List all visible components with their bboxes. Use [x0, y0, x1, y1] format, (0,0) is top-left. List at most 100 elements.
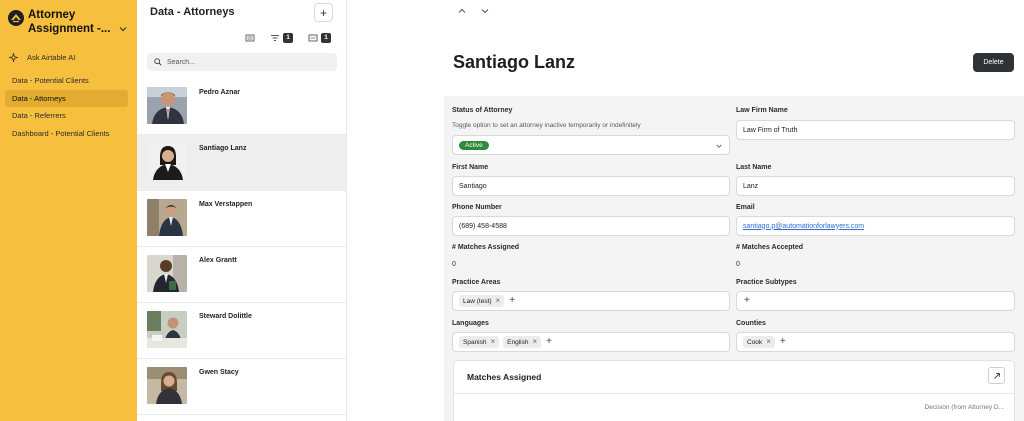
phone-value: (689) 458-4588 [459, 222, 507, 230]
avatar [147, 367, 187, 404]
matches-assigned-label: # Matches Assigned [452, 244, 520, 251]
sidebar-item-referrers[interactable]: Data - Referrers [5, 107, 128, 124]
ask-ai-button[interactable]: Ask Airtable AI [9, 51, 75, 63]
email-label: Email [736, 204, 755, 211]
phone-field[interactable]: (689) 458-4588 [452, 216, 730, 236]
sidebar-nav: Data - Potential Clients Data - Attorney… [5, 72, 128, 142]
email-link[interactable]: santiago.p@automationforlawyers.com [743, 223, 864, 230]
record-name: Max Verstappen [199, 201, 253, 208]
record-name: Steward Dolittle [199, 313, 252, 320]
expand-icon [993, 372, 1000, 379]
avatar [147, 199, 187, 236]
plus-icon[interactable]: + [509, 296, 515, 306]
search-bar[interactable] [147, 53, 337, 71]
chip: Law (test) × [459, 295, 505, 307]
status-badge: Active [459, 140, 489, 150]
counties-field[interactable]: Cook × + [736, 332, 1015, 352]
group-count-badge: 1 [321, 33, 331, 43]
sidebar-item-dashboard[interactable]: Dashboard - Potential Clients [5, 125, 128, 142]
first-name-value: Santiago [459, 182, 487, 190]
record-list: Pedro Aznar Santiago Lanz Max Verstappen… [137, 79, 347, 415]
list-item[interactable]: Alex Grantt [137, 247, 347, 303]
record-name: Gwen Stacy [199, 369, 239, 376]
matches-assigned-value: 0 [452, 261, 456, 268]
last-name-value: Lanz [743, 182, 759, 190]
chevron-down-icon[interactable] [118, 24, 128, 34]
sidebar: Attorney Assignment -... Ask Airtable AI… [0, 0, 137, 421]
record-name: Pedro Aznar [199, 89, 240, 96]
filter-icon [271, 35, 279, 41]
list-item[interactable]: Gwen Stacy [137, 359, 347, 415]
phone-label: Phone Number [452, 204, 502, 211]
search-input[interactable] [167, 58, 327, 66]
law-firm-value: Law Firm of Truth [743, 126, 798, 134]
status-label: Status of Attorney [452, 107, 513, 114]
chip: English × [503, 336, 542, 348]
practice-areas-label: Practice Areas [452, 279, 501, 286]
languages-field[interactable]: Spanish × English × + [452, 332, 730, 352]
list-item[interactable]: Pedro Aznar [137, 79, 347, 135]
record-detail: Santiago Lanz Delete Status of Attorney … [347, 0, 1024, 421]
remove-x-icon[interactable]: × [491, 337, 496, 347]
sidebar-item-attorneys[interactable]: Data - Attorneys [5, 89, 128, 107]
list-item[interactable]: Max Verstappen [137, 191, 347, 247]
matches-assigned-card: Matches Assigned Decision (from Attorney… [453, 360, 1015, 421]
divider [454, 393, 1014, 394]
status-description: Toggle option to set an attorney inactiv… [452, 122, 641, 129]
record-form: Status of Attorney Toggle option to set … [444, 96, 1024, 421]
layout-button[interactable] [245, 32, 255, 44]
sparkle-icon [9, 52, 18, 62]
list-item[interactable]: Steward Dolittle [137, 303, 347, 359]
avatar [147, 143, 187, 180]
chip-label: English [507, 338, 529, 346]
first-name-field[interactable]: Santiago [452, 176, 730, 196]
remove-x-icon[interactable]: × [496, 296, 501, 306]
law-firm-field[interactable]: Law Firm of Truth [736, 120, 1015, 140]
law-firm-label: Law Firm Name [736, 107, 788, 114]
remove-x-icon[interactable]: × [766, 337, 771, 347]
status-select[interactable]: Active [452, 135, 730, 155]
expand-button[interactable] [988, 367, 1005, 384]
practice-subtypes-field[interactable]: + [736, 291, 1015, 311]
record-name: Santiago Lanz [199, 145, 247, 152]
group-button[interactable]: 1 [308, 32, 331, 44]
add-record-button[interactable]: + [314, 3, 333, 22]
delete-button[interactable]: Delete [973, 53, 1014, 72]
avatar [147, 87, 187, 124]
counties-label: Counties [736, 320, 766, 327]
ask-ai-label: Ask Airtable AI [27, 52, 76, 62]
plus-icon[interactable]: + [744, 296, 750, 306]
record-name: Alex Grantt [199, 257, 237, 264]
chip: Spanish × [459, 336, 500, 348]
avatar [147, 311, 187, 348]
list-item[interactable]: Santiago Lanz [137, 135, 347, 191]
arrow-up-icon[interactable] [457, 6, 467, 16]
matches-accepted-label: # Matches Accepted [736, 244, 804, 251]
remove-x-icon[interactable]: × [533, 337, 538, 347]
matches-card-title: Matches Assigned [467, 372, 542, 382]
last-name-field[interactable]: Lanz [736, 176, 1015, 196]
layout-icon [245, 34, 255, 42]
chip: Cook × [743, 336, 775, 348]
filter-count-badge: 1 [283, 33, 293, 43]
practice-subtypes-label: Practice Subtypes [736, 279, 797, 286]
app-title: Attorney Assignment -... [28, 9, 111, 35]
practice-areas-field[interactable]: Law (test) × + [452, 291, 730, 311]
column-header: Decision (from Attorney D... [924, 404, 1004, 411]
matches-accepted-value: 0 [736, 261, 740, 268]
chip-label: Law (test) [463, 297, 492, 305]
first-name-label: First Name [452, 164, 489, 171]
plus-icon[interactable]: + [780, 337, 786, 347]
app-logo-icon [8, 10, 24, 26]
chip-label: Spanish [463, 338, 487, 346]
sidebar-item-potential-clients[interactable]: Data - Potential Clients [5, 72, 128, 89]
email-field[interactable]: santiago.p@automationforlawyers.com [736, 216, 1015, 236]
plus-icon[interactable]: + [546, 337, 552, 347]
page-title: Santiago Lanz [453, 52, 576, 72]
arrow-down-icon[interactable] [480, 6, 490, 16]
group-icon [308, 34, 318, 42]
app-switcher[interactable]: Attorney Assignment -... [8, 8, 130, 38]
languages-label: Languages [452, 320, 489, 327]
filter-button[interactable]: 1 [270, 32, 293, 44]
avatar [147, 255, 187, 292]
